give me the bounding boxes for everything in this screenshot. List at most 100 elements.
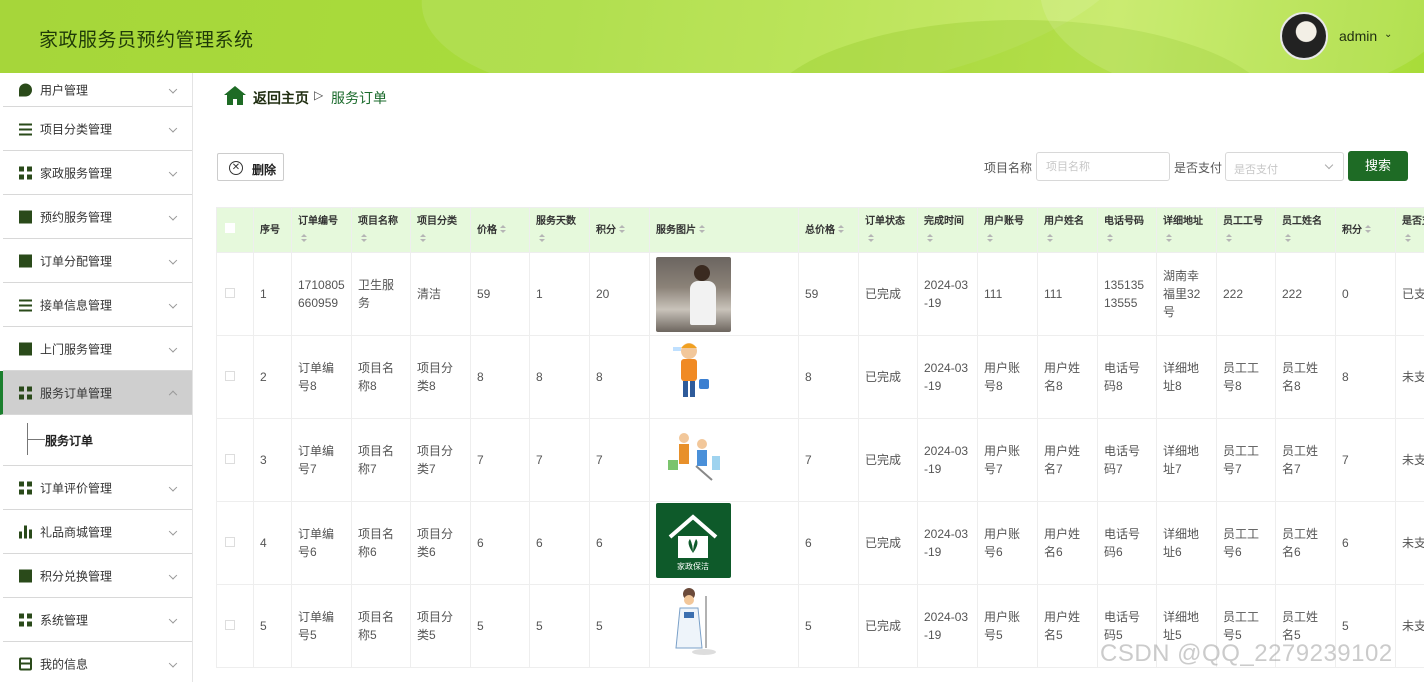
sort-icon[interactable] xyxy=(1405,233,1411,243)
column-header[interactable]: 电话号码 xyxy=(1097,207,1157,253)
column-header[interactable]: 用户账号 xyxy=(977,207,1038,253)
paid-status-select[interactable]: 是否支付 xyxy=(1225,152,1344,181)
column-header[interactable]: 总价格 xyxy=(798,207,859,253)
grid-icon xyxy=(19,386,32,399)
table-row[interactable]: 1 1710805660959 卫生服务 清洁 59 1 20 59 已完成 2024-03-19… xyxy=(216,252,1424,336)
sidebar-item-onsite-management[interactable]: 上门服务管理 xyxy=(3,327,192,371)
column-header[interactable]: 员工姓名 xyxy=(1275,207,1336,253)
column-header[interactable]: 积分 xyxy=(1335,207,1396,253)
chevron-up-icon xyxy=(168,390,178,399)
project-name-input[interactable] xyxy=(1036,152,1170,181)
sort-icon[interactable] xyxy=(699,225,705,234)
sidebar-item-booking-management[interactable]: 预约服务管理 xyxy=(3,195,192,239)
sidebar-subitem-service-order[interactable]: 服务订单 xyxy=(3,415,192,466)
column-header[interactable]: 服务图片 xyxy=(649,207,799,253)
search-button[interactable]: 搜索 xyxy=(1348,151,1408,181)
sort-icon[interactable] xyxy=(838,225,844,234)
chevron-down-icon xyxy=(1324,160,1334,170)
sort-icon[interactable] xyxy=(539,233,545,243)
location-pin-icon xyxy=(19,83,32,96)
column-header[interactable]: 订单状态 xyxy=(858,207,918,253)
sort-icon[interactable] xyxy=(1166,233,1172,243)
table-cell: 员工工号7 xyxy=(1216,418,1276,502)
sort-icon[interactable] xyxy=(301,233,307,243)
column-header[interactable]: 服务天数 xyxy=(529,207,590,253)
column-header: 序号 xyxy=(253,207,292,253)
main-content: 返回主页 ▷ 服务订单 ✕ 删除 项目名称 是否支付 是否支付 搜索 序号 订单… xyxy=(194,73,1424,682)
table-cell: 20 xyxy=(589,252,650,336)
column-header[interactable]: 完成时间 xyxy=(917,207,978,253)
row-select-cell[interactable] xyxy=(216,584,254,668)
sidebar-item-my-info[interactable]: 我的信息 xyxy=(3,642,192,682)
sort-icon[interactable] xyxy=(619,225,625,234)
sidebar-item-service-management[interactable]: 家政服务管理 xyxy=(3,151,192,195)
table-row[interactable]: 4 订单编号6 项目名称6 项目分类6 6 6 6 家政保洁 6 已完成 2024-03-19 用户账… xyxy=(216,501,1424,585)
sidebar-item-dispatch-management[interactable]: 订单分配管理 xyxy=(3,239,192,283)
table-cell: 已完成 xyxy=(858,501,918,585)
sidebar-item-accept-management[interactable]: 接单信息管理 xyxy=(3,283,192,327)
table-header-row: 序号 订单编号 项目名称 项目分类 价格 服务天数 积分 服务图片 总价格 订单… xyxy=(216,207,1424,253)
service-image xyxy=(656,256,792,332)
sidebar-item-points-management[interactable]: 积分兑换管理 xyxy=(3,554,192,598)
column-header[interactable]: 详细地址 xyxy=(1156,207,1217,253)
sort-icon[interactable] xyxy=(927,233,933,243)
sort-icon[interactable] xyxy=(1285,233,1291,243)
sort-icon[interactable] xyxy=(500,225,506,234)
row-checkbox[interactable] xyxy=(225,537,235,547)
breadcrumb-home[interactable]: 返回主页 xyxy=(253,88,309,108)
sort-icon[interactable] xyxy=(1047,233,1053,243)
sidebar-item-label: 积分兑换管理 xyxy=(40,569,113,583)
row-checkbox[interactable] xyxy=(225,288,235,298)
table-row[interactable]: 3 订单编号7 项目名称7 项目分类7 7 7 7 7 已完成 2024-03-19 用户账号7 用户… xyxy=(216,418,1424,502)
table-row[interactable]: 2 订单编号8 项目名称8 项目分类8 8 8 8 8 已完成 2024-03-19 用户账号8 用户… xyxy=(216,335,1424,419)
select-all-cell[interactable] xyxy=(216,207,254,253)
sidebar-item-category-management[interactable]: 项目分类管理 xyxy=(3,107,192,151)
table-cell: 电话号码7 xyxy=(1097,418,1157,502)
user-avatar[interactable] xyxy=(1280,12,1328,60)
orders-table-container[interactable]: 序号 订单编号 项目名称 项目分类 价格 服务天数 积分 服务图片 总价格 订单… xyxy=(216,207,1424,682)
column-header[interactable]: 项目分类 xyxy=(410,207,471,253)
row-select-cell[interactable] xyxy=(216,501,254,585)
sort-icon[interactable] xyxy=(868,233,874,243)
sort-icon[interactable] xyxy=(361,233,367,243)
table-cell: 项目分类7 xyxy=(410,418,471,502)
row-select-cell[interactable] xyxy=(216,335,254,419)
table-cell: 用户账号5 xyxy=(977,584,1038,668)
service-image xyxy=(656,337,731,415)
chevron-down-icon[interactable]: ⌄ xyxy=(1384,29,1392,40)
sidebar-item-user-management[interactable]: 用户管理 xyxy=(3,73,192,107)
sidebar-item-system-management[interactable]: 系统管理 xyxy=(3,598,192,642)
table-cell: 用户姓名8 xyxy=(1037,335,1098,419)
column-header[interactable]: 用户姓名 xyxy=(1037,207,1098,253)
column-header[interactable]: 订单编号 xyxy=(291,207,352,253)
bar-chart-icon xyxy=(19,525,32,538)
table-cell: 已完成 xyxy=(858,335,918,419)
column-header[interactable]: 是否支付 xyxy=(1395,207,1424,253)
row-select-cell[interactable] xyxy=(216,252,254,336)
chevron-down-icon xyxy=(168,255,178,265)
sort-icon[interactable] xyxy=(987,233,993,243)
service-image: 家政保洁 xyxy=(656,503,731,581)
select-all-checkbox[interactable] xyxy=(225,222,235,233)
column-header[interactable]: 项目名称 xyxy=(351,207,411,253)
column-header[interactable]: 价格 xyxy=(470,207,530,253)
table-cell: 8 xyxy=(529,335,590,419)
row-checkbox[interactable] xyxy=(225,454,235,464)
sort-icon[interactable] xyxy=(1226,233,1232,243)
sidebar-item-review-management[interactable]: 订单评价管理 xyxy=(3,466,192,510)
row-select-cell[interactable] xyxy=(216,418,254,502)
table-cell: 7 xyxy=(798,418,859,502)
column-header[interactable]: 员工工号 xyxy=(1216,207,1276,253)
table-cell: 111 xyxy=(1037,252,1098,336)
row-checkbox[interactable] xyxy=(225,620,235,630)
column-header[interactable]: 积分 xyxy=(589,207,650,253)
user-menu-name[interactable]: admin xyxy=(1339,28,1377,44)
sidebar-item-gift-management[interactable]: 礼品商城管理 xyxy=(3,510,192,554)
sidebar-item-order-management[interactable]: 服务订单管理 xyxy=(0,371,192,415)
sort-icon[interactable] xyxy=(1365,225,1371,234)
delete-button[interactable]: ✕ 删除 xyxy=(217,153,284,181)
home-icon[interactable] xyxy=(224,86,246,105)
row-checkbox[interactable] xyxy=(225,371,235,381)
sort-icon[interactable] xyxy=(1107,233,1113,243)
sort-icon[interactable] xyxy=(420,233,426,243)
